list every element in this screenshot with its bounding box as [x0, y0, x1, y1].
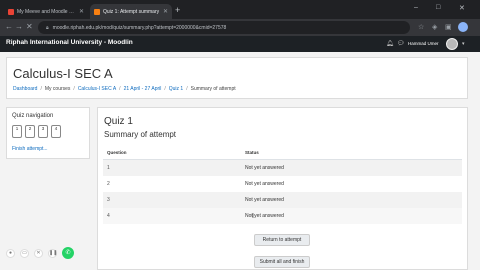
- quiz-nav-question-4[interactable]: 4: [51, 125, 61, 138]
- question-number[interactable]: 1: [107, 165, 110, 171]
- browser-tab-1[interactable]: My Meeve and Moodle session ✕: [4, 4, 88, 19]
- minimize-button[interactable]: –: [414, 4, 418, 11]
- notifications-bell-icon[interactable]: 🔔︎: [386, 40, 394, 47]
- new-tab-button[interactable]: +: [175, 5, 180, 15]
- back-icon[interactable]: ←: [5, 22, 13, 32]
- summary-table: Question Status 1 Not yet answered 2 Not…: [103, 146, 462, 224]
- quiz-nav-question-3[interactable]: 3: [38, 125, 48, 138]
- table-row: 4 Not yet answered: [103, 208, 462, 224]
- breadcrumb-separator: /: [164, 86, 166, 92]
- screen: My Meeve and Moodle session ✕ Quiz 1: At…: [0, 0, 480, 270]
- gmail-icon: [8, 8, 14, 15]
- submit-all-and-finish-button[interactable]: Submit all and finish: [254, 256, 310, 268]
- question-number[interactable]: 4: [107, 213, 110, 219]
- return-to-attempt-button[interactable]: Return to attempt: [254, 234, 310, 246]
- breadcrumb-course[interactable]: Calculus-I SEC A: [78, 86, 116, 92]
- reload-icon[interactable]: ✕: [26, 22, 33, 32]
- close-window-button[interactable]: ✕: [459, 4, 465, 12]
- quiz-title: Quiz 1: [104, 116, 133, 127]
- breadcrumb-separator: /: [119, 86, 121, 92]
- site-navbar: Riphah International University - Moodli…: [0, 36, 480, 52]
- address-bar[interactable]: 🔒︎ moodle.riphah.edu.pk/mod/quiz/summary…: [38, 21, 410, 34]
- site-brand[interactable]: Riphah International University - Moodli…: [6, 39, 133, 46]
- maximize-button[interactable]: □: [436, 4, 440, 11]
- breadcrumb-dashboard[interactable]: Dashboard: [13, 86, 37, 92]
- bookmark-star-icon[interactable]: ☆: [418, 23, 424, 32]
- browser-tab-strip: My Meeve and Moodle session ✕ Quiz 1: At…: [0, 0, 480, 19]
- page-title: Calculus-I SEC A: [13, 66, 113, 81]
- tab-label: Quiz 1: Attempt summary: [103, 8, 160, 15]
- table-header: Question Status: [103, 146, 462, 160]
- mic-icon[interactable]: ●: [6, 249, 15, 258]
- question-number[interactable]: 2: [107, 181, 110, 187]
- table-row: 1 Not yet answered: [103, 160, 462, 176]
- breadcrumb-separator: /: [186, 86, 188, 92]
- summary-heading: Summary of attempt: [104, 130, 177, 139]
- text-cursor-icon: I: [252, 213, 254, 220]
- breadcrumb-my-courses[interactable]: My courses: [45, 86, 71, 92]
- chevron-down-icon[interactable]: ▾: [462, 41, 465, 47]
- column-header-question: Question: [107, 150, 127, 155]
- whatsapp-icon[interactable]: ✆: [62, 247, 74, 259]
- forward-icon[interactable]: →: [15, 22, 23, 32]
- quiz-nav-question-2[interactable]: 2: [25, 125, 35, 138]
- pause-icon[interactable]: ❚❚: [48, 249, 57, 258]
- profile-avatar[interactable]: [458, 22, 468, 32]
- browser-toolbar: ← → ✕ 🔒︎ moodle.riphah.edu.pk/mod/quiz/s…: [0, 19, 480, 36]
- camera-icon[interactable]: ▭: [20, 249, 29, 258]
- quiz-navigation-block: Quiz navigation 1 2 3 4 Finish attempt..…: [6, 107, 90, 159]
- breadcrumb-current: Summary of attempt: [190, 86, 236, 92]
- table-row: 3 Not yet answered: [103, 192, 462, 208]
- moodle-icon: [94, 8, 100, 15]
- main-content: Quiz 1 Summary of attempt Question Statu…: [97, 107, 468, 270]
- user-name[interactable]: Hammad Umer: [408, 41, 439, 46]
- question-number[interactable]: 3: [107, 197, 110, 203]
- tab-label: My Meeve and Moodle session: [17, 8, 76, 15]
- question-status: Not yet answered: [245, 181, 284, 187]
- quiz-navigation-title: Quiz navigation: [12, 113, 54, 119]
- question-status: Not yet answered: [245, 165, 284, 171]
- breadcrumb-separator: /: [73, 86, 75, 92]
- page-header: Calculus-I SEC A Dashboard / My courses …: [6, 57, 468, 99]
- breadcrumb: Dashboard / My courses / Calculus-I SEC …: [13, 86, 236, 92]
- lock-icon: 🔒︎: [46, 24, 49, 31]
- breadcrumb-separator: /: [40, 86, 42, 92]
- browser-tab-2[interactable]: Quiz 1: Attempt summary ✕: [90, 4, 172, 19]
- puzzle-icon[interactable]: ▣: [445, 23, 452, 32]
- extensions-icon[interactable]: ◈: [432, 23, 437, 32]
- breadcrumb-quiz[interactable]: Quiz 1: [169, 86, 183, 92]
- breadcrumb-week[interactable]: 21 April - 27 April: [124, 86, 162, 92]
- table-row: 2 Not yet answered: [103, 176, 462, 192]
- user-avatar[interactable]: [446, 38, 458, 50]
- question-status: Not yet answered: [245, 197, 284, 203]
- quiz-nav-question-1[interactable]: 1: [12, 125, 22, 138]
- column-header-status: Status: [245, 150, 259, 155]
- question-status: Not yet answered: [245, 213, 284, 219]
- close-icon[interactable]: ✕: [34, 249, 43, 258]
- url-text: moodle.riphah.edu.pk/mod/quiz/summary.ph…: [52, 24, 227, 31]
- close-tab-icon[interactable]: ✕: [163, 8, 168, 15]
- finish-attempt-link[interactable]: Finish attempt...: [12, 146, 48, 152]
- messages-icon[interactable]: 💬︎: [397, 40, 405, 47]
- close-tab-icon[interactable]: ✕: [79, 8, 84, 15]
